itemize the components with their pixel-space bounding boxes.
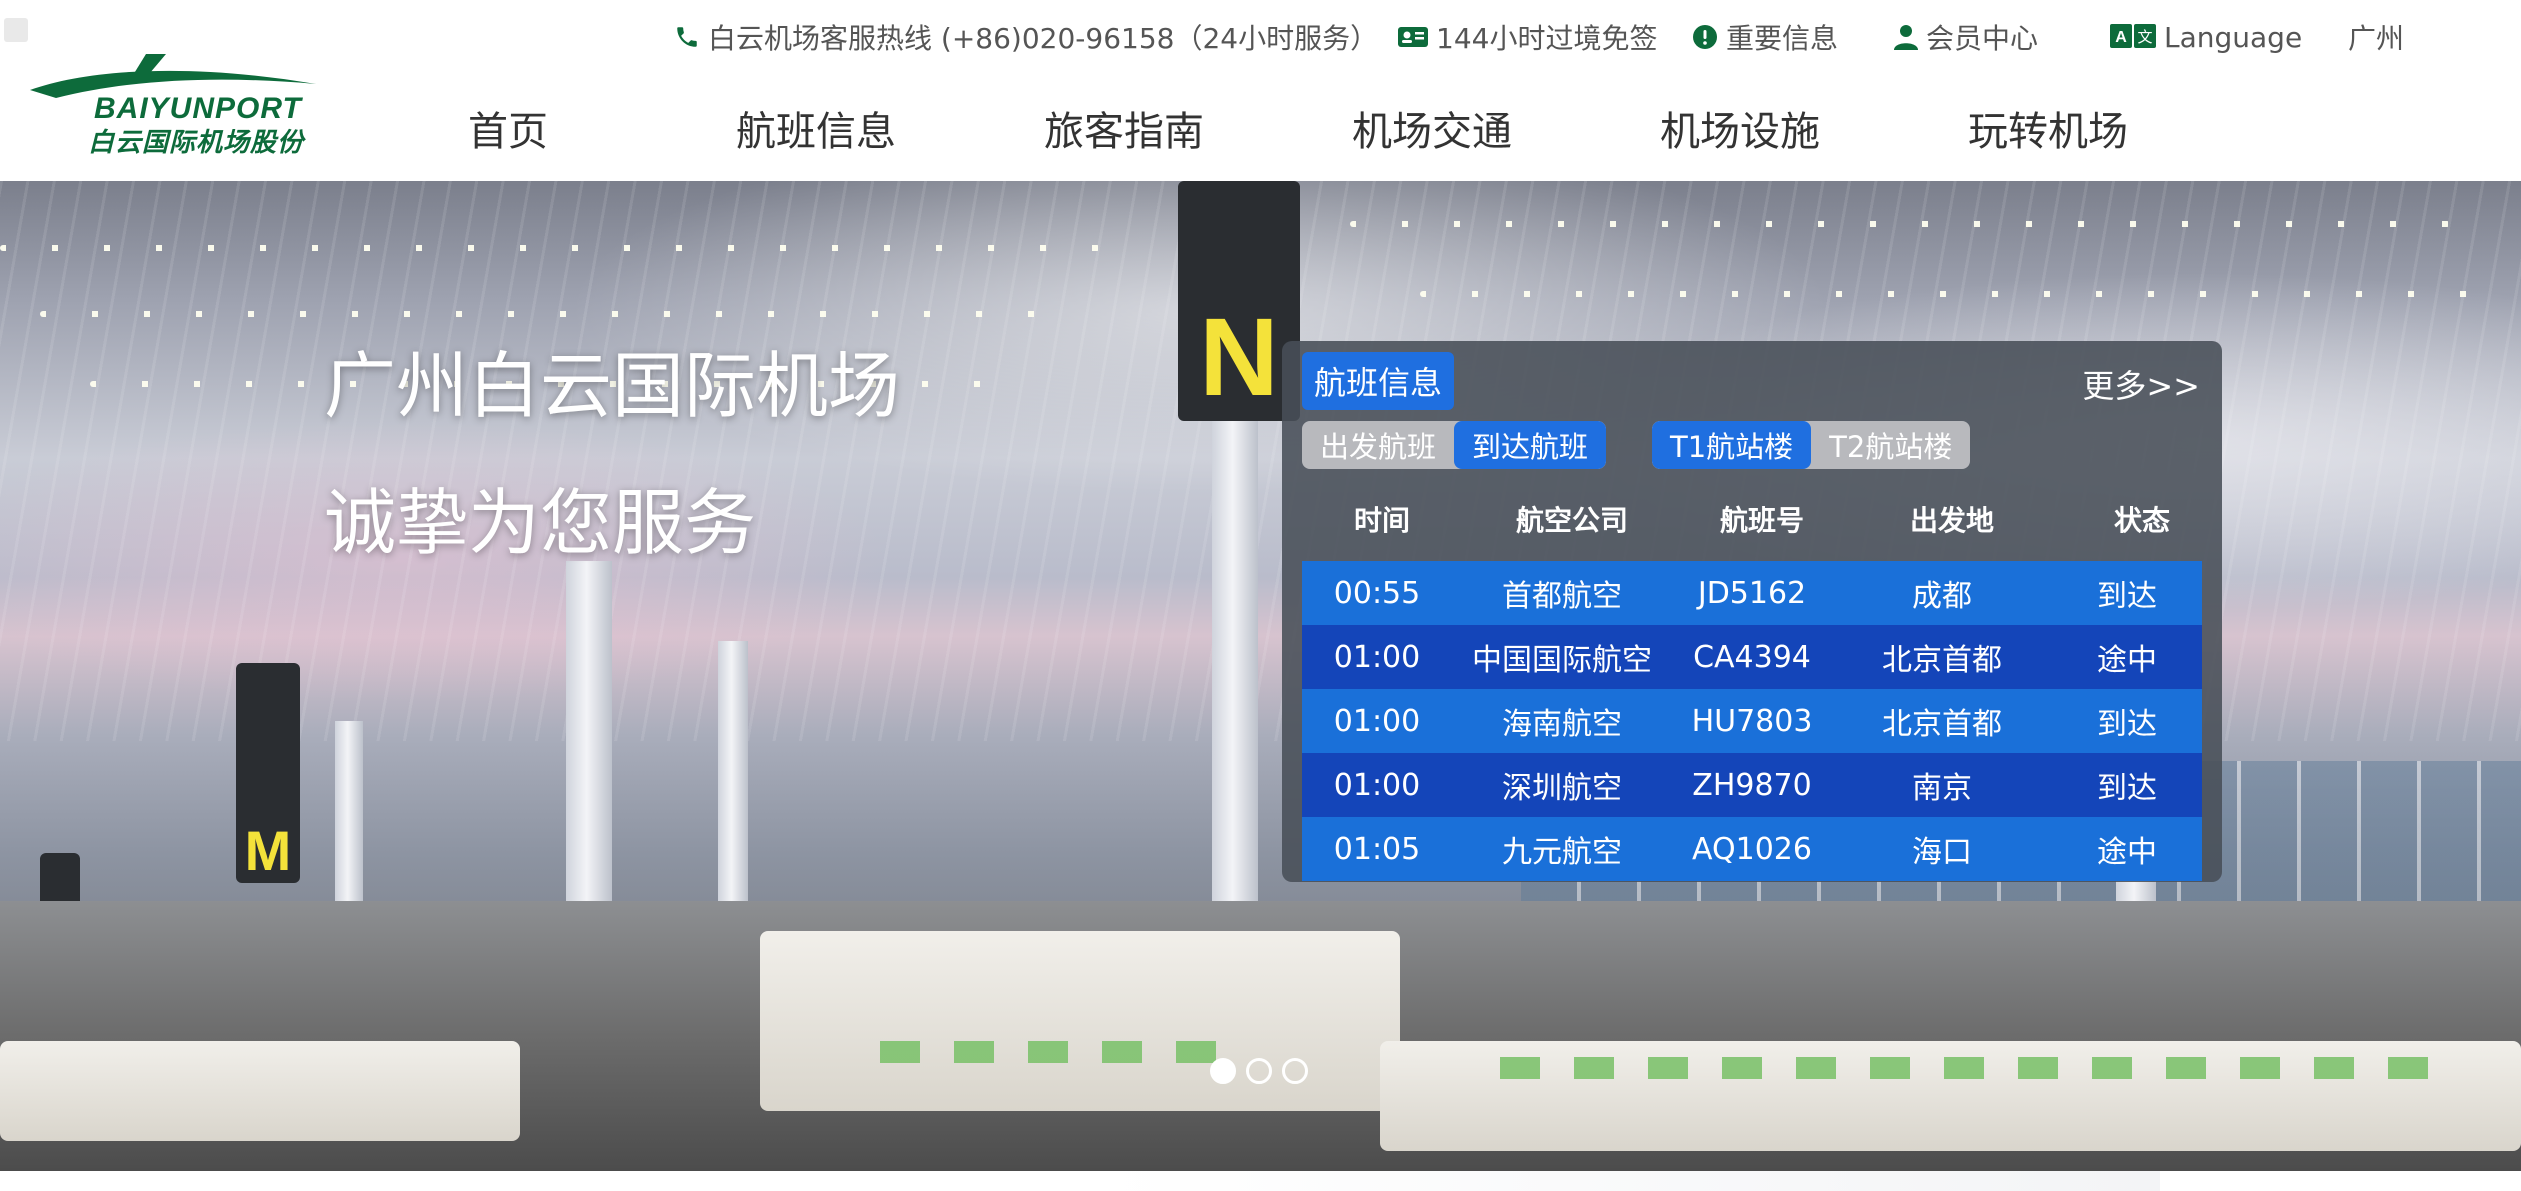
flight-table-header: 时间 航空公司 航班号 出发地 状态 xyxy=(1302,491,2202,547)
flight-origin: 北京首都 xyxy=(1882,707,2002,742)
flight-row[interactable]: 00:55 首都航空 JD5162 成都 到达 xyxy=(1302,561,2202,625)
carousel-indicators xyxy=(1210,1058,1308,1084)
nav-item-airport-facilities[interactable]: 机场设施 xyxy=(1660,96,1820,160)
city-text: 广州 xyxy=(2348,22,2405,55)
exclamation-circle-icon xyxy=(1692,24,1718,50)
column-header-time: 时间 xyxy=(1353,504,1410,537)
terminal-pillar xyxy=(1212,361,1258,981)
flight-time: 01:00 xyxy=(1333,767,1421,803)
important-info-link[interactable]: 重要信息 xyxy=(1692,14,1838,60)
check-in-counter xyxy=(760,931,1400,1111)
flight-number: AQ1026 xyxy=(1692,831,1812,867)
flight-origin: 成都 xyxy=(1912,579,1972,614)
flight-airline: 海南航空 xyxy=(1502,707,1622,742)
main-nav: 首页 航班信息 旅客指南 机场交通 机场设施 玩转机场 xyxy=(0,96,2521,160)
flight-row[interactable]: 01:00 中国国际航空 CA4394 北京首都 途中 xyxy=(1302,625,2202,689)
user-icon xyxy=(1894,24,1918,50)
flight-row[interactable]: 01:05 九元航空 AQ1026 海口 途中 xyxy=(1302,817,2202,881)
flight-status: 途中 xyxy=(2097,643,2157,678)
counter-screens xyxy=(1500,1057,2460,1079)
check-in-counter xyxy=(0,1041,520,1141)
flight-table-body: 00:55 首都航空 JD5162 成都 到达 01:00 中国国际航空 CA4… xyxy=(1302,561,2202,881)
content-card-fade xyxy=(1100,1171,2160,1191)
nav-item-flight-info[interactable]: 航班信息 xyxy=(736,96,896,160)
visa-free-text: 144小时过境免签 xyxy=(1436,22,1658,55)
column-header-flight-no: 航班号 xyxy=(1719,504,1804,537)
carousel-dot-3[interactable] xyxy=(1282,1058,1308,1084)
member-center-link[interactable]: 会员中心 xyxy=(1894,14,2038,60)
id-card-icon xyxy=(1398,25,1428,49)
flight-time: 01:05 xyxy=(1333,831,1421,867)
svg-text:A: A xyxy=(2115,29,2127,46)
flight-airline: 深圳航空 xyxy=(1502,771,1622,806)
ceiling-lights xyxy=(1350,221,2450,227)
flight-info-panel: 航班信息 更多>> 出发航班 到达航班 T1航站楼 T2航站楼 时间 航空公司 … xyxy=(1282,341,2222,882)
phone-icon xyxy=(674,24,700,50)
tab-arrivals[interactable]: 到达航班 xyxy=(1454,421,1607,469)
carousel-dot-1[interactable] xyxy=(1210,1058,1236,1084)
language-switch[interactable]: A文 Language xyxy=(2110,14,2302,60)
ceiling-lights xyxy=(40,311,1040,317)
column-header-airline: 航空公司 xyxy=(1515,504,1628,537)
counter-screens xyxy=(880,1041,1240,1063)
member-center-text: 会员中心 xyxy=(1926,22,2039,55)
visa-free-link[interactable]: 144小时过境免签 xyxy=(1398,14,1657,60)
flight-origin: 北京首都 xyxy=(1882,643,2002,678)
flight-number: JD5162 xyxy=(1697,575,1807,611)
nav-item-home[interactable]: 首页 xyxy=(468,96,548,160)
flight-origin: 海口 xyxy=(1912,835,1972,870)
tab-terminal-1[interactable]: T1航站楼 xyxy=(1652,421,1812,469)
zone-m-sign: M xyxy=(236,663,300,883)
flight-time: 00:55 xyxy=(1333,575,1421,611)
nav-item-passenger-guide[interactable]: 旅客指南 xyxy=(1044,96,1204,160)
flight-time: 01:00 xyxy=(1333,639,1421,675)
flight-panel-title: 航班信息 xyxy=(1302,352,1455,410)
flight-number: HU7803 xyxy=(1691,703,1813,739)
nav-item-explore-airport[interactable]: 玩转机场 xyxy=(1968,96,2128,160)
hero-subheadline: 诚挚为您服务 xyxy=(324,481,757,565)
tab-departures[interactable]: 出发航班 xyxy=(1302,421,1454,469)
flight-more-link[interactable]: 更多>> xyxy=(2082,361,2200,407)
language-text: Language xyxy=(2164,20,2303,54)
terminal-toggle: T1航站楼 T2航站楼 xyxy=(1652,421,1971,469)
column-header-origin: 出发地 xyxy=(1909,504,1994,537)
direction-toggle: 出发航班 到达航班 xyxy=(1302,421,1607,469)
hero-headline: 广州白云国际机场 xyxy=(324,344,901,428)
flight-airline: 中国国际航空 xyxy=(1472,643,1652,678)
ceiling-lights xyxy=(1420,291,2470,297)
flight-row[interactable]: 01:00 海南航空 HU7803 北京首都 到达 xyxy=(1302,689,2202,753)
flight-status: 到达 xyxy=(2097,579,2157,614)
top-utility-bar: 白云机场客服热线 (+86)020-96158（24小时服务） 144小时过境免… xyxy=(0,14,2521,60)
site-header: BAIYUNPORT 白云国际机场股份 白云机场客服热线 (+86)020-96… xyxy=(0,0,2521,181)
city-selector[interactable]: 广州 xyxy=(2348,14,2404,60)
tab-terminal-2[interactable]: T2航站楼 xyxy=(1811,421,1970,469)
column-header-status: 状态 xyxy=(2113,504,2170,537)
flight-time: 01:00 xyxy=(1333,703,1421,739)
flight-origin: 南京 xyxy=(1912,771,1972,806)
hotline-text: 白云机场客服热线 (+86)020-96158（24小时服务） xyxy=(708,22,1379,55)
flight-status: 到达 xyxy=(2097,771,2157,806)
flight-status: 途中 xyxy=(2097,835,2157,870)
important-info-text: 重要信息 xyxy=(1726,22,1839,55)
nav-item-airport-transport[interactable]: 机场交通 xyxy=(1352,96,1512,160)
hotline-link[interactable]: 白云机场客服热线 (+86)020-96158（24小时服务） xyxy=(674,14,1378,60)
carousel-dot-2[interactable] xyxy=(1246,1058,1272,1084)
flight-number: CA4394 xyxy=(1693,639,1811,675)
language-icon: A文 xyxy=(2110,24,2156,50)
ceiling-lights xyxy=(0,245,1100,251)
flight-airline: 九元航空 xyxy=(1502,835,1622,870)
svg-text:文: 文 xyxy=(2137,28,2152,46)
flight-row[interactable]: 01:00 深圳航空 ZH9870 南京 到达 xyxy=(1302,753,2202,817)
flight-airline: 首都航空 xyxy=(1502,579,1622,614)
flight-status: 到达 xyxy=(2097,707,2157,742)
flight-number: ZH9870 xyxy=(1692,767,1812,803)
